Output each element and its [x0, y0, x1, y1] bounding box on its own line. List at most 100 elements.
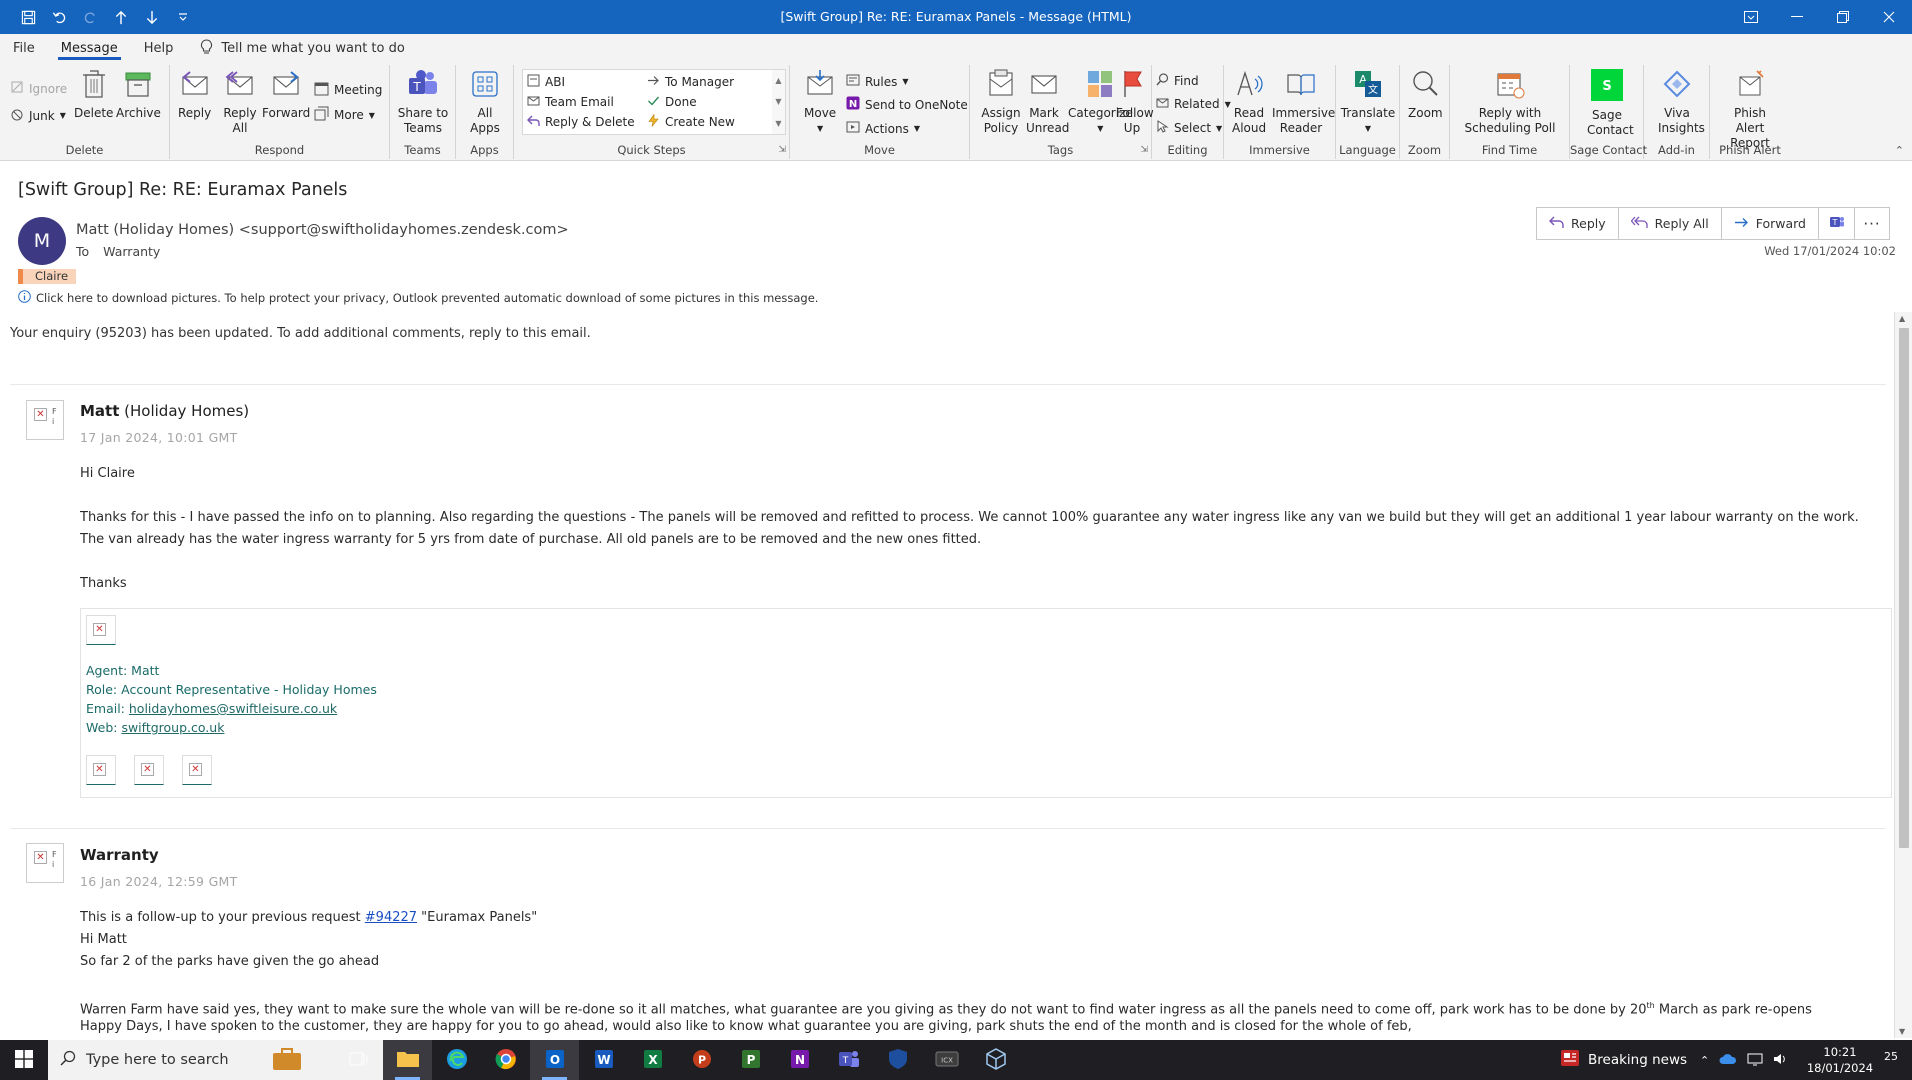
- signature-email-link[interactable]: holidayhomes@swiftleisure.co.uk: [129, 701, 337, 716]
- find-time-group-label: Find Time: [1481, 143, 1538, 157]
- reply-all-button[interactable]: Reply All: [222, 69, 258, 136]
- signature-web-link[interactable]: swiftgroup.co.uk: [121, 720, 224, 735]
- teams-share-action-button[interactable]: T: [1819, 208, 1855, 239]
- tab-file[interactable]: File: [0, 34, 48, 63]
- teams-small-icon: T: [1829, 214, 1845, 233]
- volume-icon[interactable]: [1773, 1052, 1789, 1069]
- social-link-image[interactable]: ✕: [134, 755, 164, 785]
- social-link-image[interactable]: ✕: [182, 755, 212, 785]
- tab-message[interactable]: Message: [48, 34, 131, 63]
- viva-insights-button[interactable]: Viva Insights: [1658, 69, 1705, 136]
- forward-button[interactable]: Forward: [262, 69, 310, 121]
- sage-contact-button[interactable]: S Sage Contact: [1584, 69, 1634, 138]
- recipient-name[interactable]: Warranty: [103, 244, 160, 259]
- reply-action-button[interactable]: Reply: [1537, 208, 1619, 239]
- taskbar-app-powerpoint[interactable]: P: [677, 1040, 726, 1080]
- move-button[interactable]: Move ▼: [804, 69, 836, 136]
- taskbar-app-excel[interactable]: X: [628, 1040, 677, 1080]
- all-apps-button[interactable]: All Apps: [466, 69, 504, 136]
- quick-step-done[interactable]: Done: [647, 94, 697, 110]
- more-actions-button[interactable]: ···: [1855, 208, 1889, 239]
- ribbon-display-options-icon[interactable]: [1728, 0, 1774, 34]
- sender-address[interactable]: Matt (Holiday Homes) <support@swiftholid…: [76, 222, 569, 238]
- follow-up-button[interactable]: Follow Up: [1116, 69, 1154, 136]
- svg-text:T: T: [1831, 218, 1837, 227]
- taskbar-app-defender[interactable]: [873, 1040, 922, 1080]
- taskbar-news-widget[interactable]: Breaking news: [1560, 1040, 1687, 1080]
- taskbar-app-word[interactable]: W: [579, 1040, 628, 1080]
- restore-icon[interactable]: [1820, 0, 1866, 34]
- info-icon: [18, 290, 31, 306]
- junk-button[interactable]: Junk ▼: [10, 107, 66, 124]
- taskbar-app-project[interactable]: P: [726, 1040, 775, 1080]
- minimize-icon[interactable]: [1774, 0, 1820, 34]
- quick-step-create-new[interactable]: Create New: [647, 113, 735, 130]
- notification-badge[interactable]: 25: [1884, 1050, 1898, 1063]
- taskbar-app-briefcase[interactable]: [262, 1040, 311, 1080]
- assign-policy-button[interactable]: Assign Policy: [980, 69, 1022, 136]
- related-button[interactable]: Related ▼: [1156, 96, 1231, 112]
- taskbar-app-teams[interactable]: T: [824, 1040, 873, 1080]
- taskbar-app-task-view[interactable]: [334, 1040, 383, 1080]
- share-to-teams-button[interactable]: T Share to Teams: [392, 69, 454, 136]
- vertical-scrollbar[interactable]: ▲ ▼: [1894, 312, 1912, 1038]
- read-aloud-button[interactable]: Read Aloud: [1232, 69, 1266, 136]
- onedrive-icon[interactable]: [1719, 1053, 1737, 1068]
- quick-step-reply-delete[interactable]: Reply & Delete: [527, 114, 635, 130]
- meeting-button[interactable]: Meeting: [314, 81, 382, 99]
- zoom-button[interactable]: Zoom: [1408, 69, 1443, 121]
- reply-scheduling-poll-button[interactable]: Reply with Scheduling Poll: [1456, 69, 1564, 136]
- dialog-launcher-icon[interactable]: ⇲: [778, 145, 786, 155]
- start-button[interactable]: [0, 1040, 48, 1080]
- collapse-ribbon-icon[interactable]: ⌃: [1895, 144, 1904, 157]
- reply-all-action-button[interactable]: Reply All: [1619, 208, 1722, 239]
- taskbar-clock[interactable]: 10:21 18/01/2024: [1800, 1044, 1880, 1076]
- mark-unread-button[interactable]: Mark Unread: [1026, 69, 1069, 136]
- translate-button[interactable]: A文 Translate ▼: [1341, 69, 1395, 136]
- quick-step-abi[interactable]: ABI: [527, 74, 565, 90]
- select-button[interactable]: Select ▼: [1156, 120, 1222, 136]
- download-pictures-infobar[interactable]: Click here to download pictures. To help…: [18, 290, 818, 306]
- quick-step-team-email[interactable]: Team Email: [527, 94, 614, 110]
- category-tag[interactable]: Claire: [18, 269, 77, 284]
- sender-avatar[interactable]: M: [18, 217, 66, 265]
- taskbar-app-utility[interactable]: ICX: [922, 1040, 971, 1080]
- actions-button[interactable]: Actions ▼: [846, 120, 920, 137]
- message1-date: 17 Jan 2024, 10:01 GMT: [80, 430, 238, 445]
- find-button[interactable]: Find: [1156, 73, 1199, 89]
- request-link[interactable]: #94227: [365, 910, 417, 925]
- scroll-down-arrow[interactable]: ▼: [1899, 1027, 1905, 1036]
- archive-button[interactable]: Archive: [116, 69, 161, 121]
- respond-group: Reply Reply All Forward Meeting More ▼ R…: [170, 65, 390, 159]
- reply-button[interactable]: Reply: [178, 69, 211, 121]
- rules-button[interactable]: Rules ▼: [846, 73, 909, 90]
- taskbar-app-outlook[interactable]: O: [530, 1040, 579, 1080]
- tell-me-search[interactable]: Tell me what you want to do: [200, 38, 405, 59]
- tags-group-label: Tags: [1047, 143, 1074, 157]
- dialog-launcher-icon[interactable]: ⇲: [1140, 145, 1148, 155]
- social-link-image[interactable]: ✕: [86, 755, 116, 785]
- send-to-onenote-button[interactable]: N Send to OneNote: [846, 96, 968, 113]
- forward-action-button[interactable]: Forward: [1722, 208, 1819, 239]
- taskbar-app-package[interactable]: [971, 1040, 1020, 1080]
- quick-step-to-manager[interactable]: To Manager: [647, 74, 734, 90]
- quick-steps-scroll[interactable]: ▲ ▼ ▼: [772, 69, 786, 135]
- delete-button[interactable]: Delete: [74, 69, 113, 121]
- message-actions: Reply Reply All Forward T ···: [1536, 207, 1890, 240]
- more-respond-button[interactable]: More ▼: [314, 106, 375, 124]
- scroll-thumb[interactable]: [1899, 328, 1909, 848]
- network-icon[interactable]: [1747, 1052, 1763, 1069]
- taskbar-app-chrome[interactable]: [481, 1040, 530, 1080]
- ignore-button[interactable]: Ignore: [10, 80, 67, 97]
- phish-alert-report-button[interactable]: Phish Alert Report: [1718, 69, 1782, 151]
- scroll-up-arrow[interactable]: ▲: [1899, 314, 1905, 323]
- taskbar-app-edge[interactable]: [432, 1040, 481, 1080]
- close-icon[interactable]: [1866, 0, 1912, 34]
- apps-grid-icon: [471, 69, 499, 106]
- taskbar-app-file-explorer[interactable]: [383, 1040, 432, 1080]
- chevron-down-icon: ▼: [59, 111, 66, 120]
- chevron-up-icon[interactable]: ⌃: [1700, 1054, 1709, 1067]
- immersive-reader-button[interactable]: Immersive Reader: [1272, 69, 1335, 136]
- tab-help[interactable]: Help: [131, 34, 187, 63]
- taskbar-app-onenote[interactable]: N: [775, 1040, 824, 1080]
